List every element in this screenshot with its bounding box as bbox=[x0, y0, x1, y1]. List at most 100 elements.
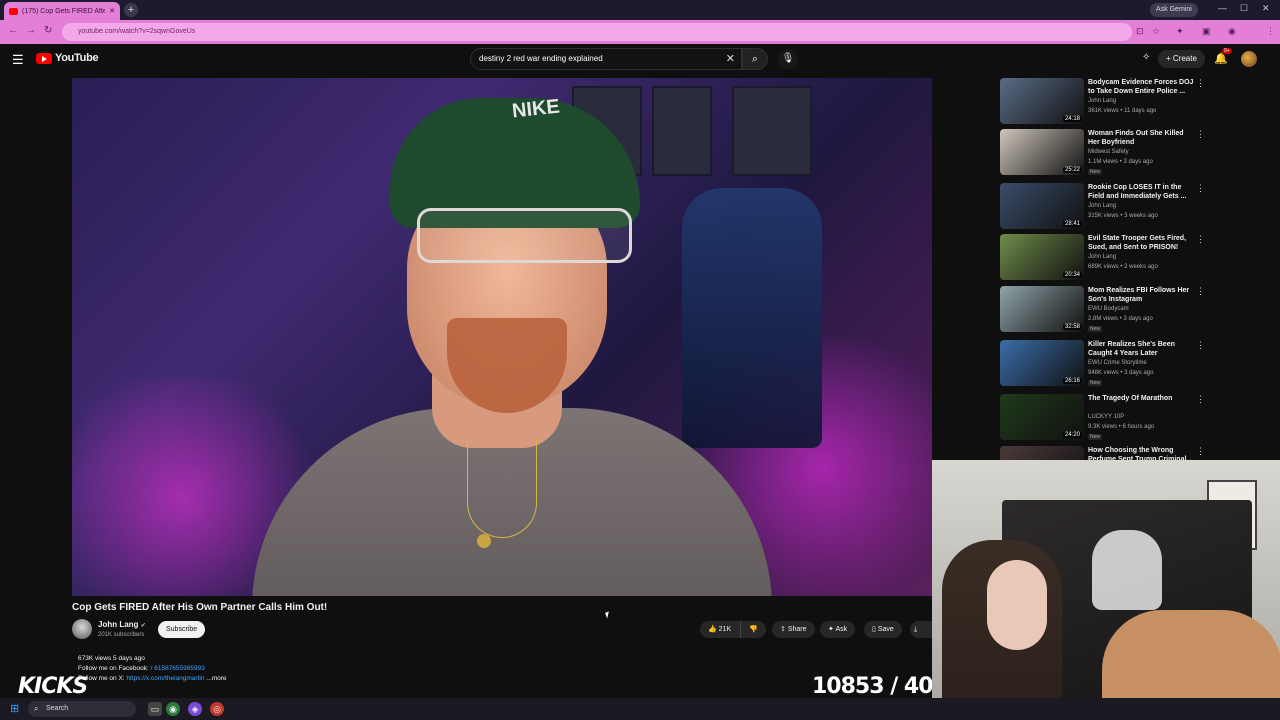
video-frame-art bbox=[732, 86, 812, 176]
menu-icon[interactable]: ☰ bbox=[12, 52, 24, 68]
ask-gemini-button[interactable]: Ask Gemini bbox=[1150, 3, 1198, 17]
recommended-channel[interactable]: EWU Bodycam bbox=[1088, 306, 1129, 312]
video-thumbnail[interactable]: 26:16 bbox=[1000, 340, 1084, 386]
chrome-icon[interactable]: ◉ bbox=[166, 702, 180, 716]
profile-icon[interactable]: ◉ bbox=[1228, 26, 1236, 37]
reload-icon[interactable]: ↻ bbox=[44, 25, 52, 36]
window-maximize-button[interactable]: ☐ bbox=[1240, 3, 1248, 14]
recommended-channel[interactable]: LUCKYY 10P bbox=[1088, 414, 1124, 420]
window-minimize-button[interactable]: — bbox=[1218, 3, 1227, 13]
microphone-icon: 🎙 bbox=[781, 53, 795, 64]
channel-name[interactable]: John Lang ✔ bbox=[98, 620, 146, 629]
recommended-video[interactable]: 20:34 Evil State Trooper Gets Fired, Sued… bbox=[1000, 234, 1210, 284]
recommended-channel[interactable]: John Lang bbox=[1088, 98, 1116, 104]
video-thumbnail[interactable]: 25:22 bbox=[1000, 129, 1084, 175]
cast-icon[interactable]: ✧ bbox=[1142, 52, 1150, 63]
recommended-video-title[interactable]: Rookie Cop LOSES IT in the Field and Imm… bbox=[1088, 183, 1196, 201]
youtube-logo-text: YouTube bbox=[55, 52, 99, 64]
install-app-icon[interactable]: ⊡ bbox=[1136, 26, 1144, 37]
create-button[interactable]: + Create bbox=[1158, 50, 1205, 68]
back-icon[interactable]: ← bbox=[8, 25, 18, 36]
recommended-video-title[interactable]: Woman Finds Out She Killed Her Boyfriend bbox=[1088, 129, 1196, 147]
recommended-meta: 9.3K views • 6 hours ago bbox=[1088, 424, 1155, 430]
more-options-icon[interactable]: ⋮ bbox=[1196, 129, 1205, 140]
share-button[interactable]: ⇪ Share bbox=[772, 621, 815, 638]
extensions-icon[interactable]: ✦ bbox=[1176, 26, 1184, 37]
like-button[interactable]: 👍 21K bbox=[700, 621, 740, 638]
recommended-meta: 948K views • 3 days ago bbox=[1088, 370, 1154, 376]
ask-label: Ask bbox=[835, 626, 848, 633]
recommended-channel[interactable]: EWU Crime Storytime bbox=[1088, 360, 1147, 366]
recommended-video[interactable]: 24:20 The Tragedy Of Marathon LUCKYY 10P 9.… bbox=[1000, 394, 1210, 444]
facebook-label: Follow me on Facebook: bbox=[78, 665, 149, 672]
recommended-video[interactable]: 25:22 Woman Finds Out She Killed Her Boyf… bbox=[1000, 129, 1210, 179]
more-options-icon[interactable]: ⋮ bbox=[1196, 446, 1205, 457]
more-options-icon[interactable]: ⋮ bbox=[1196, 234, 1205, 245]
browser-tab-youtube[interactable]: (175) Cop Gets FIRED After ✕ bbox=[4, 2, 120, 20]
recommended-meta: 689K views • 2 weeks ago bbox=[1088, 264, 1158, 270]
recommended-video-title[interactable]: Killer Realizes She's Been Caught 4 Year… bbox=[1088, 340, 1196, 358]
recommended-video-title[interactable]: The Tragedy Of Marathon bbox=[1088, 394, 1196, 403]
video-thumbnail[interactable] bbox=[1000, 446, 1084, 460]
create-label: Create bbox=[1172, 54, 1197, 63]
video-title: Cop Gets FIRED After His Own Partner Cal… bbox=[72, 602, 328, 613]
account-avatar[interactable] bbox=[1241, 51, 1257, 67]
messenger-icon[interactable]: ◈ bbox=[188, 702, 202, 716]
recommended-channel[interactable]: Midwest Safety bbox=[1088, 149, 1129, 155]
forward-icon[interactable]: → bbox=[26, 25, 36, 36]
browser-tab-strip: (175) Cop Gets FIRED After ✕ + Ask Gemin… bbox=[0, 0, 1280, 20]
download-button[interactable]: ⤓ bbox=[910, 621, 932, 638]
video-description[interactable]: 673K views 5 days ago Follow me on Faceb… bbox=[72, 648, 932, 692]
recommended-video[interactable]: 28:41 Rookie Cop LOSES IT in the Field an… bbox=[1000, 183, 1210, 233]
recommended-video[interactable]: How Choosing the Wrong Perfume Sent Trum… bbox=[1000, 446, 1210, 460]
taskbar-search[interactable]: ⌕ Search bbox=[28, 701, 136, 717]
more-options-icon[interactable]: ⋮ bbox=[1196, 394, 1205, 405]
more-options-icon[interactable]: ⋮ bbox=[1196, 286, 1205, 297]
sidepanel-icon[interactable]: ▣ bbox=[1202, 26, 1211, 37]
recommended-video[interactable]: 24:18 Bodycam Evidence Forces DOJ to Take… bbox=[1000, 78, 1210, 128]
more-options-icon[interactable]: ⋮ bbox=[1196, 78, 1205, 89]
more-button[interactable]: ...more bbox=[206, 675, 226, 682]
bookmark-star-icon[interactable]: ☆ bbox=[1152, 26, 1160, 37]
save-button[interactable]: ▯ Save bbox=[864, 621, 902, 638]
tab-close-icon[interactable]: ✕ bbox=[109, 7, 115, 15]
recommended-meta: 361K views • 11 days ago bbox=[1088, 108, 1157, 114]
youtube-logo[interactable]: YouTube bbox=[36, 52, 99, 64]
channel-name-text: John Lang bbox=[98, 620, 139, 629]
address-bar[interactable]: youtube.com/watch?v=2sqwnGoveUs bbox=[62, 23, 1132, 41]
recommended-video[interactable]: 32:58 Mom Realizes FBI Follows Her Son's … bbox=[1000, 286, 1210, 336]
subscribe-button[interactable]: Subscribe bbox=[158, 621, 206, 638]
ask-button[interactable]: ✦ Ask bbox=[820, 621, 856, 638]
notification-count-badge: 9+ bbox=[1222, 48, 1232, 54]
new-tab-button[interactable]: + bbox=[124, 3, 138, 17]
more-options-icon[interactable]: ⋮ bbox=[1196, 183, 1205, 194]
recommended-video-title[interactable]: Bodycam Evidence Forces DOJ to Take Down… bbox=[1088, 78, 1196, 96]
video-player[interactable]: NIKE bbox=[72, 78, 932, 596]
app-icon[interactable]: ◎ bbox=[210, 702, 224, 716]
windows-start-icon[interactable]: ⊞ bbox=[10, 702, 19, 715]
x-link[interactable]: https://x.com/thelangmartin bbox=[126, 675, 204, 682]
more-options-icon[interactable]: ⋮ bbox=[1196, 340, 1205, 351]
voice-search-button[interactable]: 🎙 bbox=[778, 49, 798, 69]
recommended-video-title[interactable]: Evil State Trooper Gets Fired, Sued, and… bbox=[1088, 234, 1196, 252]
video-thumbnail[interactable]: 28:41 bbox=[1000, 183, 1084, 229]
dislike-button[interactable]: 👎 bbox=[740, 621, 766, 638]
search-button[interactable]: ⌕ bbox=[742, 48, 768, 70]
video-thumbnail[interactable]: 24:18 bbox=[1000, 78, 1084, 124]
video-thumbnail[interactable]: 24:20 bbox=[1000, 394, 1084, 440]
recommended-video[interactable]: 26:16 Killer Realizes She's Been Caught 4… bbox=[1000, 340, 1210, 390]
recommended-channel[interactable]: John Lang bbox=[1088, 254, 1116, 260]
browser-menu-icon[interactable]: ⋮ bbox=[1266, 26, 1275, 37]
search-input[interactable]: destiny 2 red war ending explained ✕ bbox=[470, 48, 742, 70]
file-explorer-icon[interactable]: ▭ bbox=[148, 702, 162, 716]
video-thumbnail[interactable]: 20:34 bbox=[1000, 234, 1084, 280]
facebook-link[interactable]: / 61587655985993 bbox=[151, 665, 205, 672]
channel-avatar[interactable] bbox=[72, 619, 92, 639]
video-thumbnail[interactable]: 32:58 bbox=[1000, 286, 1084, 332]
recommended-channel[interactable]: John Lang bbox=[1088, 203, 1116, 209]
clear-search-icon[interactable]: ✕ bbox=[726, 49, 735, 69]
subscriber-count: 201K subscribers bbox=[98, 632, 145, 638]
recommended-video-title[interactable]: How Choosing the Wrong Perfume Sent Trum… bbox=[1088, 446, 1196, 460]
recommended-video-title[interactable]: Mom Realizes FBI Follows Her Son's Insta… bbox=[1088, 286, 1196, 304]
window-close-button[interactable]: ✕ bbox=[1262, 3, 1270, 14]
